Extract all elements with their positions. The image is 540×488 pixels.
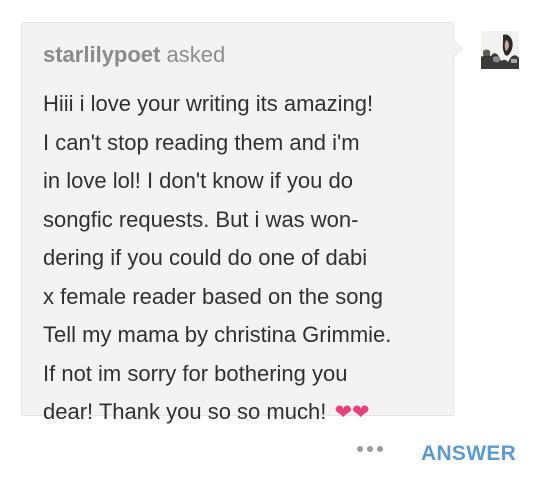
avatar-image (481, 31, 519, 69)
question-line: x female reader based on the song (43, 283, 384, 309)
question-line: Hiii i love your writing its amazing! (43, 91, 374, 116)
question-line: Tell my mama by christina Grimmie. (43, 322, 392, 347)
ellipsis-icon-dot (357, 446, 363, 452)
question-line: I can't stop reading them and i'm (43, 129, 360, 155)
question-line-last: dear! Thank you so so much! ❤❤ (43, 393, 443, 432)
more-options-button[interactable] (357, 446, 383, 452)
avatar[interactable] (481, 31, 519, 69)
asker-action: asked (166, 42, 226, 67)
question-line: in love lol! I don't know if you do (43, 168, 353, 193)
answer-button[interactable]: ANSWER (421, 442, 516, 466)
ask-post: starlilypoet asked Hiii i love your writ… (0, 0, 540, 488)
question-line: songfic requests. But i was won- (43, 206, 359, 232)
ellipsis-icon-dot (367, 446, 373, 452)
asker-line: starlilypoet asked (43, 42, 225, 68)
question-line: dering if you could do one of dabi (43, 245, 368, 270)
heart-emoji-icon: ❤❤ (334, 400, 370, 424)
question-text: Hiii i love your writing its amazing! I … (43, 85, 443, 432)
bubble-tail-fill (453, 41, 462, 57)
question-line-text: dear! Thank you so so much! (43, 399, 327, 424)
question-line: If not im sorry for bothering you (43, 360, 348, 386)
asker-username[interactable]: starlilypoet (43, 42, 160, 67)
ellipsis-icon-dot (377, 446, 383, 452)
